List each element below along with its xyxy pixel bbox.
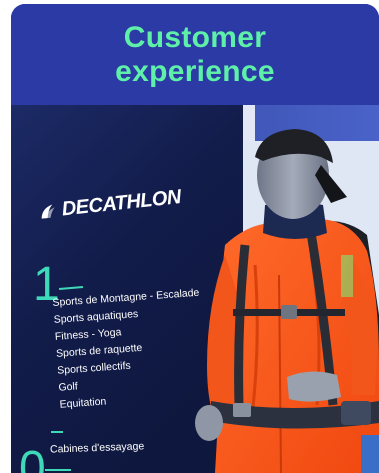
card-header: Customer experience: [11, 4, 379, 105]
card-title-line-2: experience: [115, 54, 275, 88]
card-title: Customer experience: [115, 21, 275, 89]
store-photo: DECATHLON 1 Sports de Montagne - Escalad…: [11, 105, 379, 473]
strap-buckle: [281, 305, 297, 319]
mannequin-right-hand: [287, 371, 341, 402]
brand-name: DECATHLON: [60, 186, 182, 221]
decathlon-logo: DECATHLON: [37, 186, 182, 224]
zone-0-dash: [45, 469, 71, 471]
cabins-dash: [51, 431, 63, 433]
zone-1-dash: [58, 285, 84, 291]
department-directory: Sports de Montagne - Escalade Sports aqu…: [52, 285, 207, 414]
customer-experience-card[interactable]: Customer experience DECATHLON 1 Sports d…: [11, 4, 379, 473]
store-directory-sign: DECATHLON 1 Sports de Montagne - Escalad…: [11, 105, 241, 473]
card-title-line-1: Customer: [123, 20, 267, 54]
zone-number-0: 0: [19, 442, 46, 473]
fitting-rooms-label: Cabines d'essayage: [49, 440, 145, 456]
decathlon-logo-icon: [41, 203, 55, 219]
